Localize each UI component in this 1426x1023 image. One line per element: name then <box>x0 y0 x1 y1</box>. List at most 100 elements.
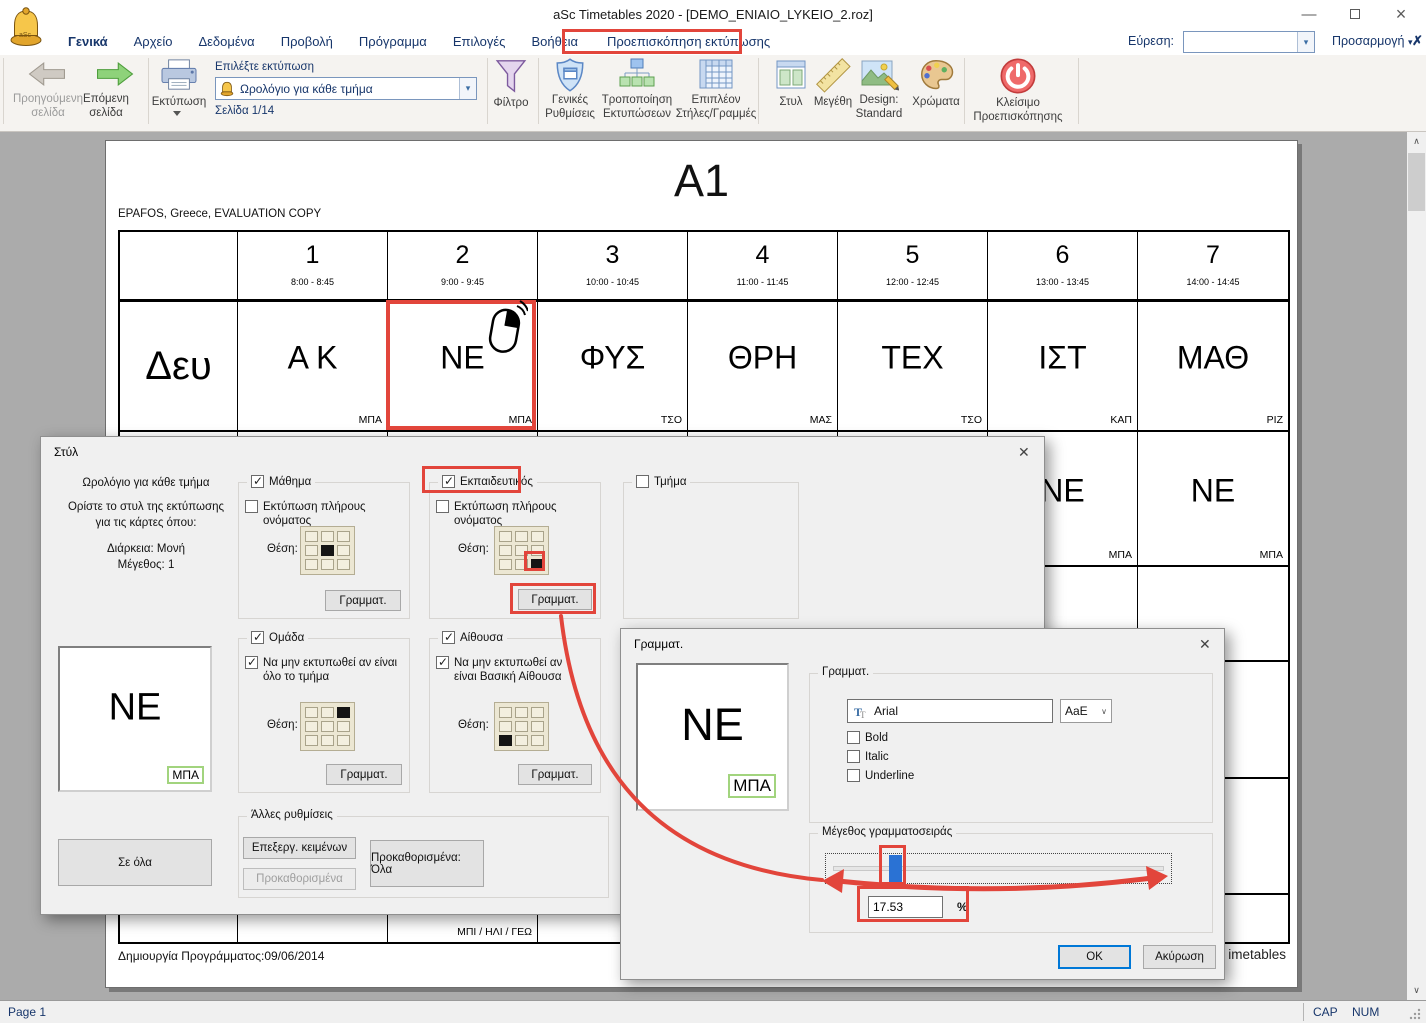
percent-label: % <box>957 900 968 914</box>
filter-button[interactable]: Φίλτρο <box>481 96 541 110</box>
next-page-button[interactable]: Επόμενη σελίδα <box>70 92 142 120</box>
lesson-position-grid[interactable] <box>300 526 355 575</box>
lesson-cell[interactable]: ΦΥΣΤΣΟ <box>538 302 688 432</box>
customize-menu[interactable]: Προσαρμογή ▾ <box>1332 34 1413 48</box>
group-checkbox[interactable] <box>251 631 264 644</box>
search-dropdown-icon[interactable]: ▾ <box>1297 32 1314 52</box>
modify-printouts-icon <box>618 57 656 93</box>
status-caps: CAP <box>1313 1005 1338 1019</box>
menu-provoli[interactable]: Προβολή <box>268 28 346 55</box>
vertical-scrollbar[interactable]: ∧ ∨ <box>1407 132 1426 1000</box>
close-preview-icon <box>998 56 1038 96</box>
group-position-grid[interactable] <box>300 702 355 751</box>
menu-epiloges[interactable]: Επιλογές <box>440 28 519 55</box>
room-label: Αίθουσα <box>460 632 503 644</box>
day-label: Δευ <box>120 302 238 432</box>
close-button[interactable]: × <box>1378 0 1424 28</box>
teacher-checkbox[interactable] <box>442 475 455 488</box>
position-label: Θέση: <box>458 719 489 731</box>
printout-dropdown-icon[interactable]: ▾ <box>459 78 476 99</box>
style-dialog-title[interactable]: Στύλ <box>41 437 1044 467</box>
scroll-up-icon[interactable]: ∧ <box>1407 132 1426 151</box>
other-settings-group: Άλλες ρυθμίσεις Επεξεργ. κειμένων Προκαθ… <box>238 816 609 898</box>
teacher-fullname-checkbox[interactable] <box>436 500 449 513</box>
period-header: 411:00 - 11:45 <box>688 232 838 302</box>
ok-button[interactable]: OK <box>1058 945 1131 969</box>
print-button[interactable]: Εκτύπωση <box>147 95 211 109</box>
maximize-button[interactable] <box>1332 0 1378 28</box>
italic-checkbox[interactable] <box>847 750 860 763</box>
minimize-button[interactable]: — <box>1286 0 1332 28</box>
font-size-slider[interactable] <box>833 866 1164 871</box>
app-bell-icon[interactable]: aSc <box>8 6 44 48</box>
print-dropdown-icon[interactable] <box>173 111 181 116</box>
lesson-cell[interactable]: ΘΡΗΜΑΣ <box>688 302 838 432</box>
corner-cell <box>120 232 238 302</box>
cancel-button[interactable]: Ακύρωση <box>1143 945 1216 969</box>
maximize-icon <box>1350 9 1360 19</box>
period-header: 18:00 - 8:45 <box>238 232 388 302</box>
filter-icon <box>494 58 528 94</box>
preview-subject: ΝΕ <box>638 699 787 751</box>
status-bar: Page 1 CAP NUM <box>0 1000 1426 1023</box>
defaults-all-button[interactable]: Προκαθορισμένα: Όλα <box>370 840 484 887</box>
teacher-group: Εκπαιδευτικός Εκτύπωση πλήρους ονόματος … <box>429 482 601 619</box>
lesson-cell[interactable]: ΤΕΧΤΣΟ <box>838 302 988 432</box>
lesson-fullname-checkbox[interactable] <box>245 500 258 513</box>
menu-arxeio[interactable]: Αρχείο <box>121 28 186 55</box>
lesson-cell[interactable]: ΙΣΤΚΑΠ <box>988 302 1138 432</box>
lesson-checkbox[interactable] <box>251 475 264 488</box>
menu-print-preview[interactable]: Προεπισκόπηση εκτύπωσης <box>591 28 786 55</box>
style-card-preview: ΝΕ ΜΠΑ <box>58 646 212 792</box>
resize-grip[interactable] <box>1408 1007 1422 1021</box>
evaluation-note: EPAFOS, Greece, EVALUATION COPY <box>118 208 321 220</box>
lesson-cell[interactable]: ΜΑΘΡΙΖ <box>1138 302 1288 432</box>
underline-checkbox[interactable] <box>847 769 860 782</box>
customize-close-icon[interactable]: ✗ <box>1412 33 1423 49</box>
scroll-down-icon[interactable]: ∨ <box>1407 981 1426 1000</box>
menu-dedomena[interactable]: Δεδομένα <box>185 28 267 55</box>
teacher-font-button[interactable]: Γραμματ. <box>518 589 592 610</box>
scrollbar-thumb[interactable] <box>1408 153 1425 211</box>
lesson-cell[interactable]: ΝΕΜΠΑ <box>1138 432 1288 567</box>
room-suboption-checkbox[interactable] <box>436 656 449 669</box>
colors-button[interactable]: Χρώματα <box>904 95 968 109</box>
room-position-grid[interactable] <box>494 702 549 751</box>
mouse-click-icon <box>486 300 528 358</box>
design-button[interactable]: Design: Standard <box>846 93 912 121</box>
menu-genika[interactable]: Γενικά <box>55 28 121 55</box>
menu-voitheia[interactable]: Βοήθεια <box>518 28 591 55</box>
window-title: aSc Timetables 2020 - [DEMO_ENIAIO_LYKEI… <box>0 7 1426 22</box>
slider-thumb[interactable] <box>889 855 902 883</box>
style-dialog-close-icon[interactable]: ✕ <box>1018 444 1030 461</box>
modify-printouts-button[interactable]: Τροποποίηση Εκτυπώσεων <box>596 93 678 121</box>
bold-checkbox[interactable] <box>847 731 860 744</box>
font-dialog: Γραμματ. ✕ ΝΕ ΜΠΑ Γραμματ. T T Arial AaE… <box>620 628 1225 980</box>
font-sample-select[interactable]: AaE ∨ <box>1060 699 1112 723</box>
group-suboption-checkbox[interactable] <box>245 656 258 669</box>
class-checkbox[interactable] <box>636 475 649 488</box>
group-font-button[interactable]: Γραμματ. <box>326 764 402 785</box>
font-name-select[interactable]: T T Arial <box>847 699 1053 723</box>
lesson-font-button[interactable]: Γραμματ. <box>325 590 401 611</box>
previous-page-icon <box>28 62 66 86</box>
svg-text:T: T <box>860 710 866 718</box>
font-dialog-title[interactable]: Γραμματ. <box>621 629 1224 659</box>
teacher-position-grid[interactable] <box>494 526 549 575</box>
defaults-button[interactable]: Προκαθορισμένα <box>243 868 356 890</box>
search-input[interactable]: ▾ <box>1183 31 1315 53</box>
application-window: aSc Timetables 2020 - [DEMO_ENIAIO_LYKEI… <box>0 0 1426 1023</box>
period-header: 29:00 - 9:45 <box>388 232 538 302</box>
font-dialog-close-icon[interactable]: ✕ <box>1199 636 1211 653</box>
apply-all-button[interactable]: Σε όλα <box>58 839 212 886</box>
menu-programma[interactable]: Πρόγραμμα <box>346 28 440 55</box>
room-checkbox[interactable] <box>442 631 455 644</box>
edit-texts-button[interactable]: Επεξεργ. κειμένων <box>243 837 356 859</box>
extra-columns-button[interactable]: Επιπλέον Στήλες/Γραμμές <box>674 93 758 121</box>
font-size-input[interactable] <box>868 896 943 918</box>
printout-select[interactable]: Ωρολόγιο για κάθε τμήμα ▾ <box>215 77 477 100</box>
close-preview-button[interactable]: Κλείσιμο Προεπισκόπησης <box>966 96 1070 124</box>
lesson-cell[interactable]: Α ΚΜΠΑ <box>238 302 388 432</box>
preview-teacher-badge: ΜΠΑ <box>728 774 776 798</box>
room-font-button[interactable]: Γραμματ. <box>518 764 592 785</box>
